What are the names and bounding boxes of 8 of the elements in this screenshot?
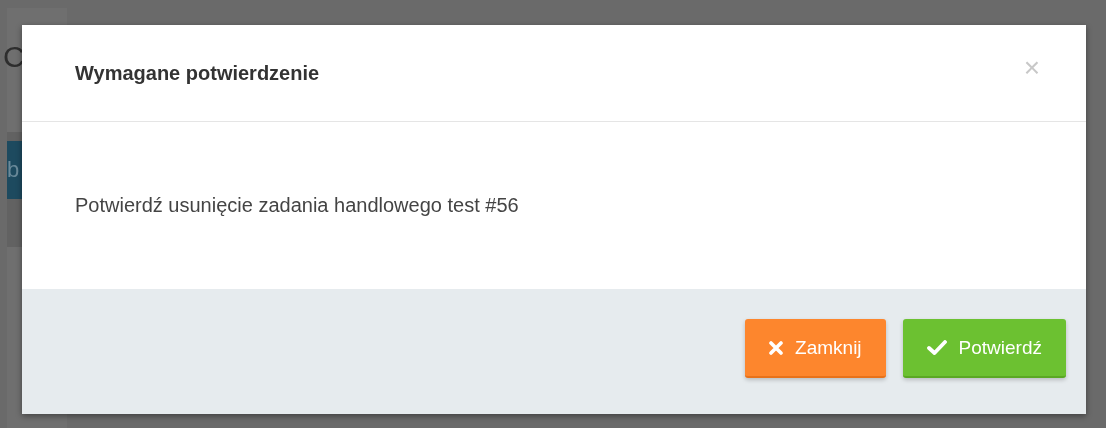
close-button[interactable]: × bbox=[1017, 52, 1046, 84]
confirm-button[interactable]: Potwierdź bbox=[902, 319, 1066, 378]
dialog-title: Wymagane potwierdzenie bbox=[75, 61, 320, 85]
check-icon bbox=[926, 340, 947, 355]
heading-fragment: C bbox=[3, 42, 26, 72]
close-icon bbox=[769, 340, 784, 355]
dialog-message: Potwierdź usunięcie zadania handlowego test #56 bbox=[75, 194, 519, 217]
close-dialog-button[interactable]: Zamknij bbox=[745, 319, 886, 378]
